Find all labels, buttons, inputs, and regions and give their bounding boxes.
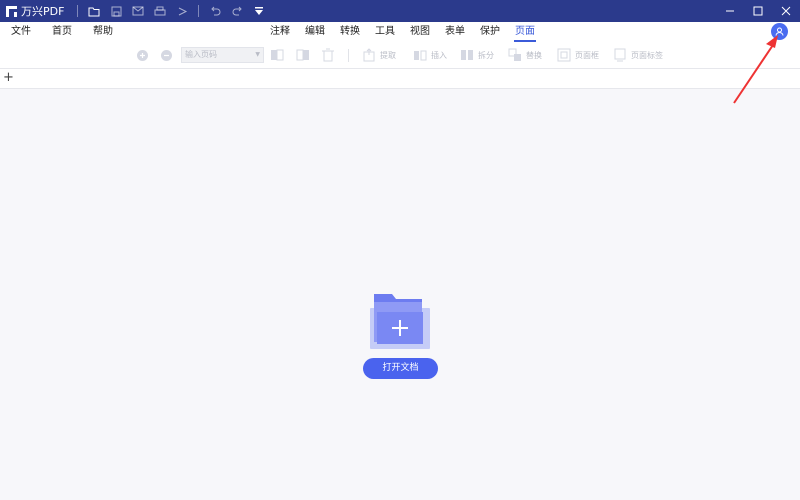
folder-add-icon[interactable]: [370, 294, 430, 349]
open-document-button[interactable]: 打开文档: [363, 358, 438, 379]
annotation-arrow-icon: [733, 35, 778, 104]
